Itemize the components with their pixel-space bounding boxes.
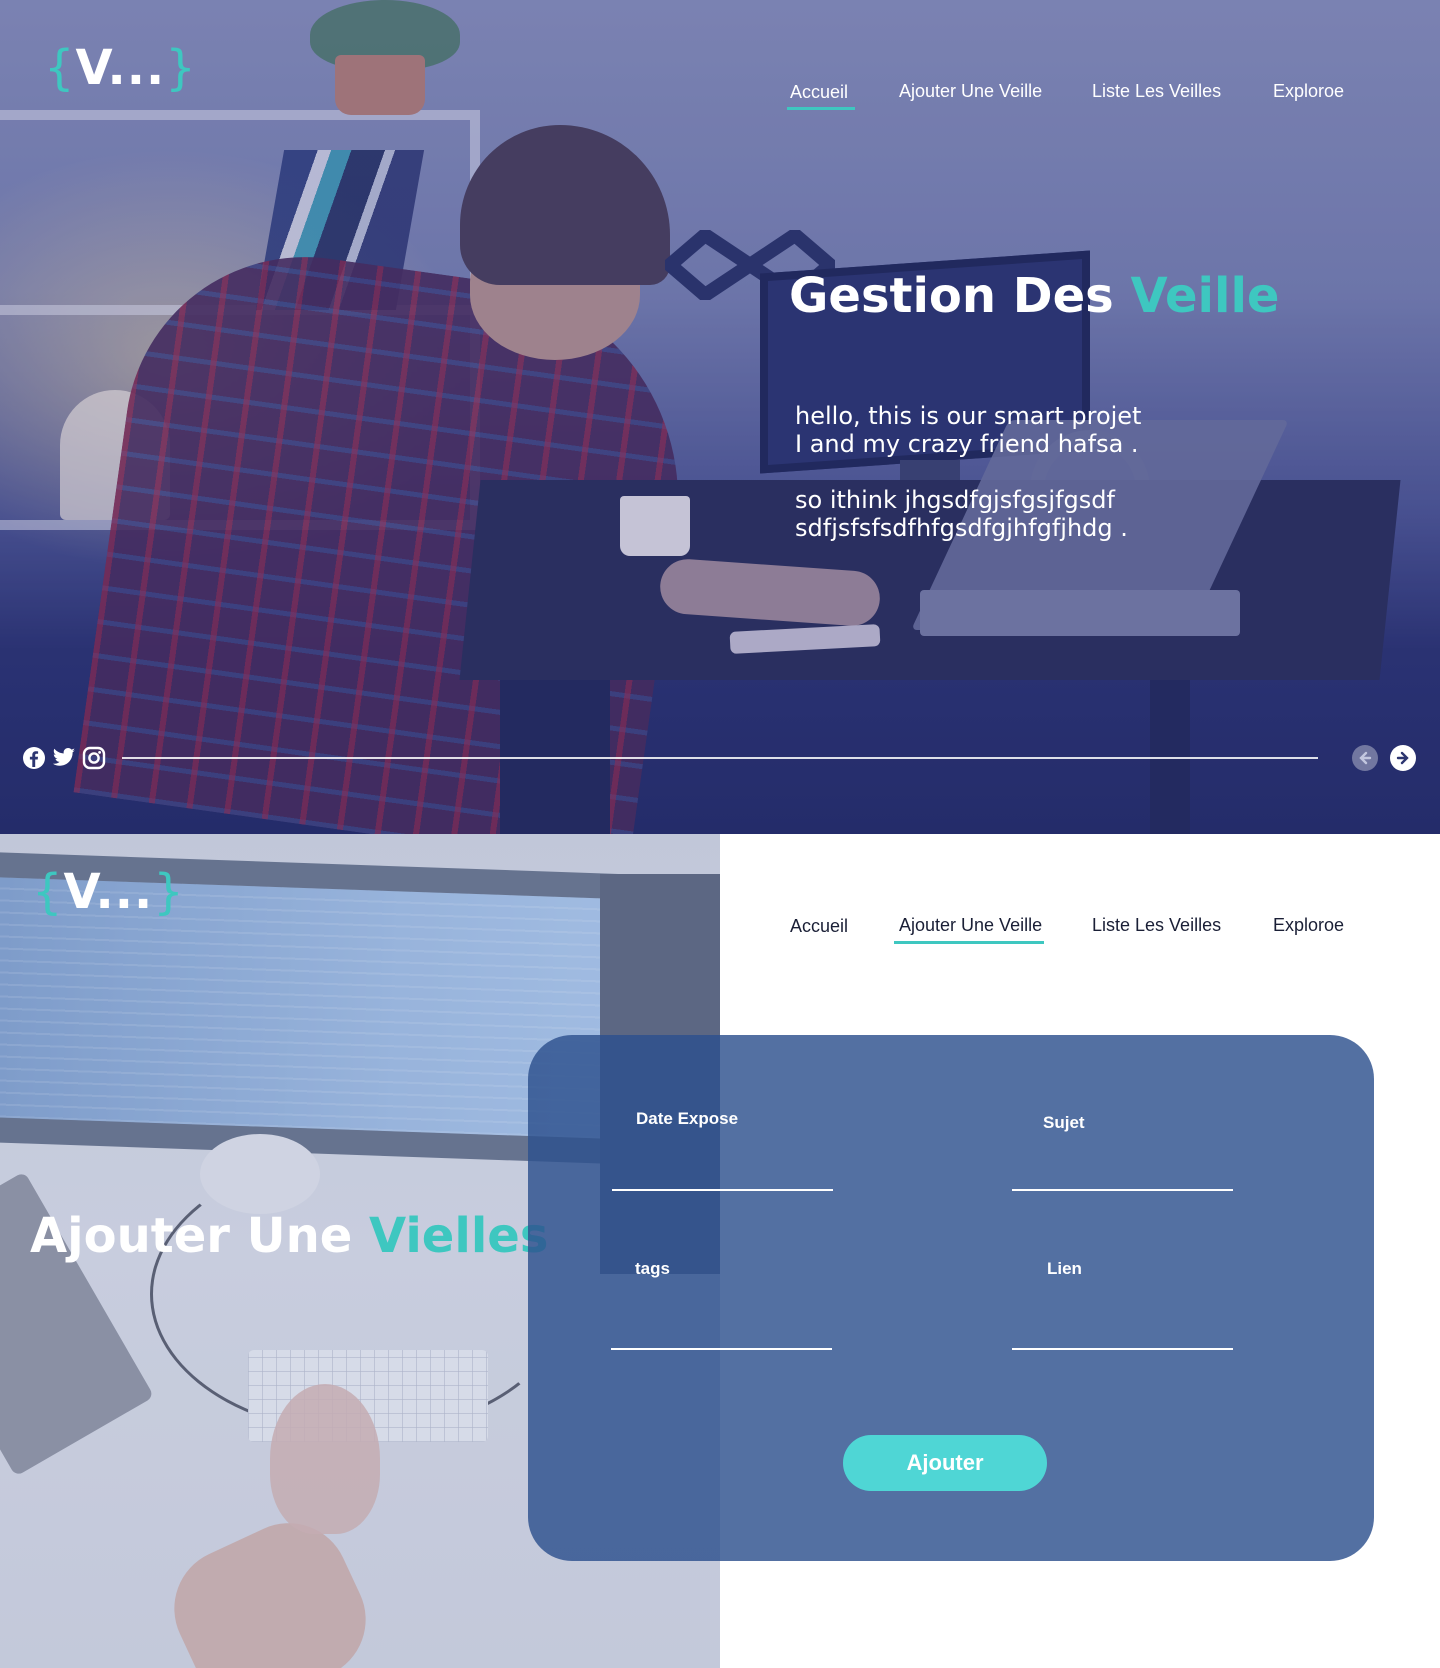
intro-line: I and my crazy friend hafsa . (795, 430, 1139, 458)
lien-label: Lien (1047, 1259, 1082, 1278)
hero-section: {V...} Accueil Ajouter Une Veille Liste … (0, 0, 1440, 834)
carousel-next-button[interactable] (1390, 745, 1416, 771)
arrow-right-icon (1396, 751, 1409, 765)
logo-brace-close: } (165, 40, 197, 96)
nav-active-underline (894, 941, 1044, 944)
intro-line: sdfjsfsfsdfhfgsdfgjhfgfjhdg . (795, 514, 1128, 542)
intro-paragraph: so ithink jhgsdfgjsfgsjfgsdf sdfjsfsfsdf… (795, 486, 1155, 542)
logo-letter: V... (63, 864, 154, 920)
hero-overlay (0, 0, 1440, 834)
logo-brace-open: { (44, 40, 76, 96)
carousel-prev-button[interactable] (1352, 745, 1378, 771)
nav-item-accueil[interactable]: Accueil (790, 82, 848, 103)
sujet-input[interactable] (1012, 1151, 1233, 1191)
tags-field: tags (611, 1259, 832, 1350)
logo[interactable]: {V...} (44, 44, 197, 92)
nav-item-explore[interactable]: Exploroe (1273, 915, 1344, 936)
sujet-label: Sujet (1043, 1113, 1085, 1132)
twitter-icon[interactable] (52, 747, 76, 769)
section-title: Ajouter Une Vielles (30, 1208, 548, 1264)
logo-letter: V... (75, 40, 166, 96)
date-expose-input[interactable] (612, 1151, 833, 1191)
intro-line: so ithink jhgsdfgjsfgsjfgsdf (795, 486, 1115, 514)
hero-divider-line (122, 757, 1318, 759)
section-title-main: Ajouter Une (30, 1208, 370, 1264)
nav-item-liste[interactable]: Liste Les Veilles (1092, 81, 1221, 102)
nav-item-accueil[interactable]: Accueil (790, 916, 848, 937)
instagram-icon[interactable] (82, 746, 106, 770)
hero-title: Gestion Des Veille (789, 268, 1279, 324)
hero-intro: hello, this is our smart projet I and my… (795, 402, 1155, 570)
arrow-left-icon (1359, 751, 1372, 765)
hero-title-accent: Veille (1130, 268, 1280, 324)
sujet-field: Sujet (1012, 1113, 1233, 1191)
lien-input[interactable] (1012, 1310, 1233, 1350)
nav-item-ajouter[interactable]: Ajouter Une Veille (899, 915, 1042, 936)
nav-active-underline (787, 107, 855, 110)
date-expose-field: Date Expose (612, 1109, 833, 1191)
logo[interactable]: {V...} (32, 868, 185, 916)
tags-label: tags (635, 1259, 670, 1278)
add-veille-section: {V...} Accueil Ajouter Une Veille Liste … (0, 834, 1440, 1668)
logo-brace-close: } (153, 864, 185, 920)
social-links (22, 746, 106, 770)
intro-line: hello, this is our smart projet (795, 402, 1142, 430)
tags-input[interactable] (611, 1310, 832, 1350)
hero-title-main: Gestion Des (789, 268, 1131, 324)
intro-paragraph: hello, this is our smart projet I and my… (795, 402, 1155, 458)
ajouter-button[interactable]: Ajouter (843, 1435, 1047, 1491)
nav-item-liste[interactable]: Liste Les Veilles (1092, 915, 1221, 936)
section-title-accent: Vielles (369, 1208, 549, 1264)
date-expose-label: Date Expose (636, 1109, 739, 1128)
facebook-icon[interactable] (22, 746, 46, 770)
lien-field: Lien (1012, 1259, 1233, 1350)
logo-brace-open: { (32, 864, 64, 920)
nav-item-explore[interactable]: Exploroe (1273, 81, 1344, 102)
nav-item-ajouter[interactable]: Ajouter Une Veille (899, 81, 1042, 102)
